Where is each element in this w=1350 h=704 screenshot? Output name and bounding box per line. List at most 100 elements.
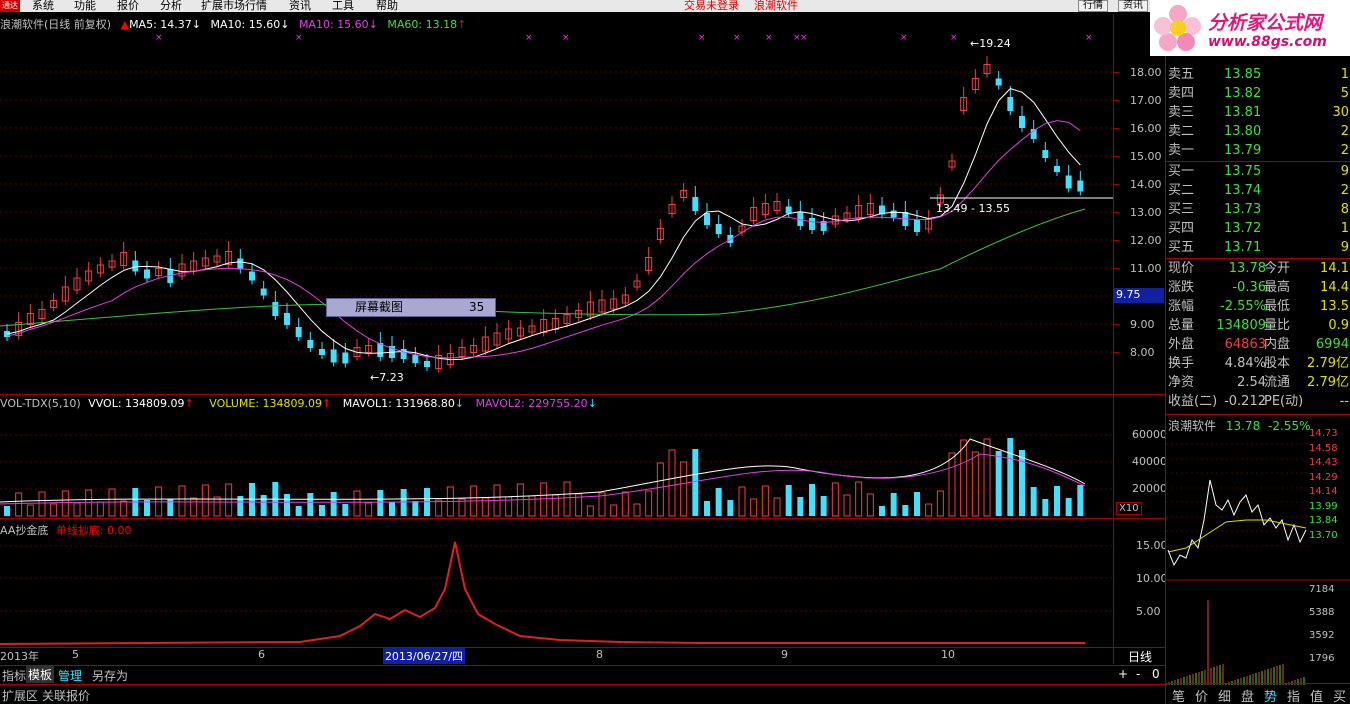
menu-analysis[interactable]: 分析 xyxy=(160,0,182,12)
volume-tick: 40000 xyxy=(1132,455,1167,468)
price-tick: 11.00 xyxy=(1130,262,1162,275)
menu-tools[interactable]: 工具 xyxy=(332,0,354,12)
price-tick: 17.00 xyxy=(1130,94,1162,107)
menu-system[interactable]: 系统 xyxy=(32,0,54,12)
menu-news[interactable]: 资讯 xyxy=(289,0,311,12)
reset-button[interactable]: 0 xyxy=(1152,667,1160,681)
buy-row-5[interactable]: 买五 13.71 9 xyxy=(1166,238,1350,257)
svg-text:×: × xyxy=(733,33,741,43)
mini-tab-2[interactable]: 细 xyxy=(1218,686,1231,704)
mini-volume-tick: 1796 xyxy=(1309,653,1335,664)
price-tick: 12.00 xyxy=(1130,234,1162,247)
date-month-8: 8 xyxy=(596,648,603,661)
mini-price-tick: 14.73 xyxy=(1309,428,1338,439)
tab-extension[interactable]: 扩展区 xyxy=(2,687,38,704)
tab-manage[interactable]: 管理 xyxy=(58,667,82,684)
stat-value: -0.212 xyxy=(1224,394,1266,409)
mini-tab-4[interactable]: 势 xyxy=(1264,686,1277,704)
quote-panel: 卖五 13.85 1 卖四 13.82 5 卖三 13.81 30 卖二 13.80 … xyxy=(1165,56,1350,704)
menu-quote[interactable]: 报价 xyxy=(117,0,139,12)
screenshot-popup[interactable]: 屏幕截图 35 xyxy=(326,298,496,317)
menu-extended-market[interactable]: 扩展市场行情 xyxy=(201,0,267,12)
mini-price-tick: 13.70 xyxy=(1309,529,1338,541)
svg-text:×: × xyxy=(1085,33,1093,43)
stat-value: 13.78 xyxy=(1228,261,1266,276)
buy-row-2[interactable]: 买二 13.74 2 xyxy=(1166,181,1350,200)
stat-value: 64863 xyxy=(1224,337,1266,352)
sell-row-4[interactable]: 卖四 13.82 5 xyxy=(1166,84,1350,103)
svg-text:×: × xyxy=(525,33,533,43)
price-tick: 13.00 xyxy=(1130,206,1162,219)
brand-title: 分析家公式网 xyxy=(1208,12,1323,34)
book-label: 买一 xyxy=(1168,164,1195,179)
price-tick: 14.00 xyxy=(1130,178,1162,191)
chart-area[interactable]: 浪潮软件(日线 前复权) ▲MA5: 14.37↓ MA10: 15.60↓ M… xyxy=(0,14,1168,665)
info-button[interactable]: 资讯 xyxy=(1118,0,1148,12)
stat-row[interactable]: 净资 2.54 流通 2.79亿 xyxy=(1166,373,1350,392)
mini-tab-0[interactable]: 笔 xyxy=(1172,686,1185,704)
volume-unit-label: X10 xyxy=(1116,502,1142,515)
cursor-price-label: 9.75 xyxy=(1114,288,1164,303)
buy-row-1[interactable]: 买一 13.75 9 xyxy=(1166,162,1350,181)
menu-help[interactable]: 帮助 xyxy=(376,0,398,12)
stat-value-2: -- xyxy=(1339,394,1349,409)
price-tick: 18.00 xyxy=(1130,66,1162,79)
svg-text:×: × xyxy=(800,33,808,43)
book-price: 13.79 xyxy=(1224,143,1262,158)
stat-value: 2.54 xyxy=(1237,375,1266,390)
book-price: 13.75 xyxy=(1224,164,1262,179)
buy-row-3[interactable]: 买三 13.73 8 xyxy=(1166,200,1350,219)
stat-row[interactable]: 涨幅 -2.55% 最低 13.5 xyxy=(1166,297,1350,316)
zoom-in-button[interactable]: + xyxy=(1118,667,1128,681)
tab-template[interactable]: 模板 xyxy=(26,666,55,683)
menu-function[interactable]: 功能 xyxy=(74,0,96,12)
date-month-5: 5 xyxy=(72,648,79,661)
svg-text:×: × xyxy=(765,33,773,43)
stat-row[interactable]: 换手 4.84% 股本 2.79亿 xyxy=(1166,354,1350,373)
quote-button[interactable]: 行情 xyxy=(1078,0,1108,12)
cursor-date-label: 2013/06/27/四 xyxy=(383,648,465,664)
mini-tab-3[interactable]: 盘 xyxy=(1241,686,1254,704)
buy-row-4[interactable]: 买四 13.72 1 xyxy=(1166,219,1350,238)
mini-tab-1[interactable]: 价 xyxy=(1195,686,1208,704)
stat-row[interactable]: 现价 13.78 今开 14.1 xyxy=(1166,259,1350,278)
sell-row-5[interactable]: 卖五 13.85 1 xyxy=(1166,65,1350,84)
stat-row[interactable]: 外盘 64863 内盘 6994 xyxy=(1166,335,1350,354)
mini-tab-6[interactable]: 值 xyxy=(1310,686,1323,704)
intraday-mini-chart[interactable] xyxy=(1166,430,1350,690)
book-price: 13.74 xyxy=(1224,183,1262,198)
book-price: 13.73 xyxy=(1224,202,1262,217)
brand-banner: 分析家公式网 www.88gs.com xyxy=(1150,0,1350,56)
mini-tab-7[interactable]: 买 xyxy=(1333,686,1346,704)
stat-row[interactable]: 收益(二) -0.212 PE(动) -- xyxy=(1166,392,1350,411)
tab-related-quote[interactable]: 关联报价 xyxy=(42,687,90,704)
sell-row-1[interactable]: 卖一 13.79 2 xyxy=(1166,141,1350,160)
svg-text:×: × xyxy=(900,33,908,43)
stat-label: 总量 xyxy=(1168,318,1195,333)
svg-text:×: × xyxy=(155,33,163,43)
book-volume: 5 xyxy=(1340,86,1349,101)
book-price: 13.81 xyxy=(1224,105,1262,120)
popup-label: 屏幕截图 xyxy=(355,300,404,314)
tab-save-as[interactable]: 另存为 xyxy=(92,667,128,684)
candlestick-chart[interactable]: × × × × × × × × × × × × xyxy=(0,14,1113,647)
book-volume: 1 xyxy=(1340,67,1349,82)
stat-value-2: 13.5 xyxy=(1320,299,1349,314)
stat-row[interactable]: 涨跌 -0.36 最高 14.4 xyxy=(1166,278,1350,297)
sell-row-3[interactable]: 卖三 13.81 30 xyxy=(1166,103,1350,122)
book-label: 卖二 xyxy=(1168,124,1195,139)
stat-label: 涨跌 xyxy=(1168,280,1195,295)
sell-row-2[interactable]: 卖二 13.80 2 xyxy=(1166,122,1350,141)
mini-tab-5[interactable]: 指 xyxy=(1287,686,1300,704)
svg-text:×: × xyxy=(698,33,706,43)
mini-volume-tick: 5388 xyxy=(1309,607,1335,618)
stat-row[interactable]: 总量 134809 量比 0.9 xyxy=(1166,316,1350,335)
stat-label: 外盘 xyxy=(1168,337,1195,352)
svg-text:×: × xyxy=(562,33,570,43)
indicator-tick: 5.00 xyxy=(1136,605,1161,618)
tab-indicator[interactable]: 指标 xyxy=(2,667,26,684)
book-label: 卖五 xyxy=(1168,67,1195,82)
trade-status: 交易未登录 xyxy=(684,0,739,12)
period-label[interactable]: 日线 xyxy=(1128,648,1152,665)
zoom-out-button[interactable]: - xyxy=(1136,667,1140,681)
